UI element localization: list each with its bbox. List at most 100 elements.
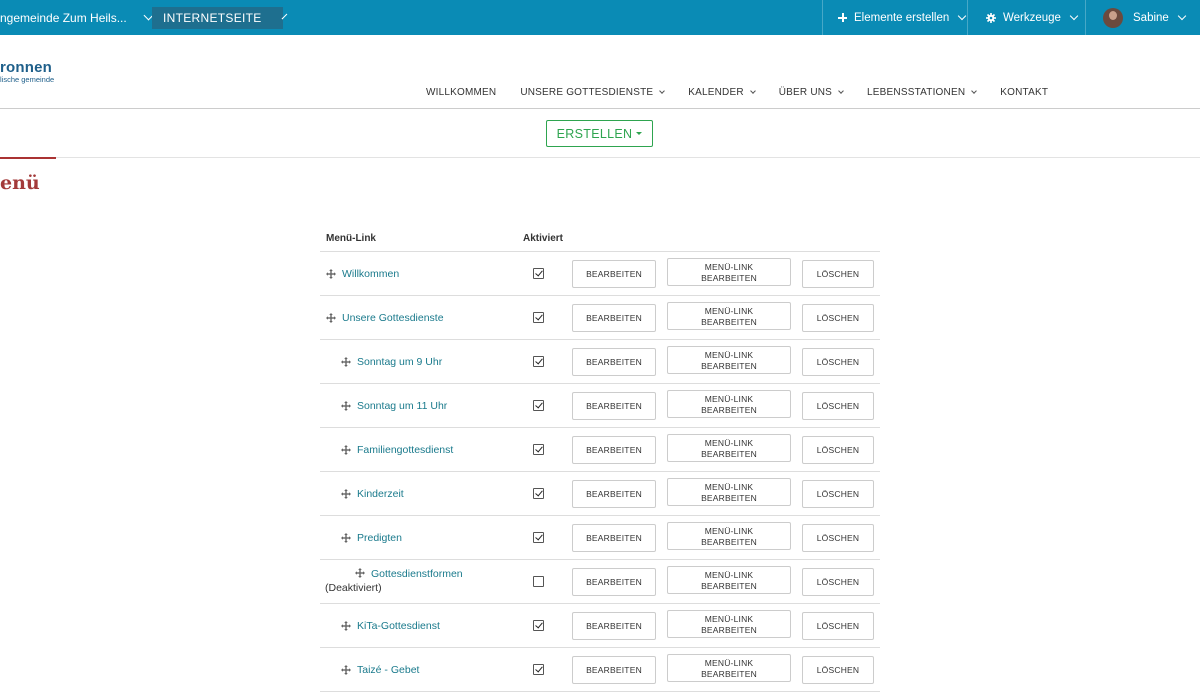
- menu-link[interactable]: KiTa-Gottesdienst: [357, 620, 440, 632]
- mode-switcher[interactable]: INTERNETSEITE: [152, 7, 287, 29]
- gear-icon: [986, 12, 996, 23]
- edit-button-label: BEARBEITEN: [586, 444, 642, 455]
- active-checkbox[interactable]: [533, 576, 544, 587]
- site-switcher[interactable]: ngemeinde Zum Heils...: [0, 0, 154, 35]
- drag-handle-icon[interactable]: [326, 269, 336, 279]
- create-elements-menu[interactable]: Elemente erstellen: [838, 0, 967, 35]
- edit-button[interactable]: BEARBEITEN: [572, 656, 656, 684]
- edit-menu-link-label-1: MENÜ-LINK: [704, 614, 754, 624]
- active-checkbox[interactable]: [533, 400, 544, 411]
- menu-link-cell: Familiengottesdienst: [341, 428, 453, 472]
- delete-button-label: LÖSCHEN: [816, 312, 860, 323]
- active-checkbox[interactable]: [533, 444, 544, 455]
- active-checkbox[interactable]: [533, 620, 544, 631]
- plus-icon: [838, 13, 847, 22]
- tools-menu[interactable]: Werkzeuge: [986, 0, 1079, 35]
- edit-button[interactable]: BEARBEITEN: [572, 260, 656, 288]
- edit-button-label: BEARBEITEN: [586, 400, 642, 411]
- edit-menu-link-label-1: MENÜ-LINK: [704, 394, 754, 404]
- site-logo[interactable]: ronnen lische gemeinde: [0, 60, 54, 84]
- delete-button[interactable]: LÖSCHEN: [802, 260, 874, 288]
- edit-menu-link-button[interactable]: MENÜ-LINK BEARBEITEN: [667, 302, 791, 330]
- delete-button[interactable]: LÖSCHEN: [802, 348, 874, 376]
- nav-item-gottesdienste[interactable]: UNSERE GOTTESDIENSTE: [520, 87, 666, 98]
- delete-button-label: LÖSCHEN: [816, 356, 860, 367]
- active-checkbox[interactable]: [533, 356, 544, 367]
- edit-menu-link-button[interactable]: MENÜ-LINK BEARBEITEN: [667, 654, 791, 682]
- delete-button[interactable]: LÖSCHEN: [802, 436, 874, 464]
- drag-handle-icon[interactable]: [355, 568, 365, 578]
- active-checkbox[interactable]: [533, 312, 544, 323]
- nav-item-lebensstationen[interactable]: LEBENSSTATIONEN: [867, 87, 978, 98]
- edit-menu-link-button[interactable]: MENÜ-LINK BEARBEITEN: [667, 258, 791, 286]
- edit-button[interactable]: BEARBEITEN: [572, 436, 656, 464]
- delete-button-label: LÖSCHEN: [816, 400, 860, 411]
- edit-button[interactable]: BEARBEITEN: [572, 612, 656, 640]
- edit-menu-link-button[interactable]: MENÜ-LINK BEARBEITEN: [667, 346, 791, 374]
- nav-item-willkommen[interactable]: WILLKOMMEN: [426, 87, 496, 98]
- menu-link[interactable]: Gottesdienstformen: [371, 568, 463, 580]
- drag-handle-icon[interactable]: [341, 533, 351, 543]
- edit-menu-link-button[interactable]: MENÜ-LINK BEARBEITEN: [667, 478, 791, 506]
- edit-button-label: BEARBEITEN: [586, 488, 642, 499]
- drag-handle-icon[interactable]: [341, 357, 351, 367]
- edit-menu-link-button[interactable]: MENÜ-LINK BEARBEITEN: [667, 522, 791, 550]
- edit-menu-link-button[interactable]: MENÜ-LINK BEARBEITEN: [667, 434, 791, 462]
- delete-button[interactable]: LÖSCHEN: [802, 480, 874, 508]
- edit-button[interactable]: BEARBEITEN: [572, 524, 656, 552]
- table-row: Kinderzeit BEARBEITEN MENÜ-LINK BEARBEITEN L…: [320, 472, 880, 516]
- active-checkbox[interactable]: [533, 488, 544, 499]
- delete-button[interactable]: LÖSCHEN: [802, 568, 874, 596]
- toolbar-divider-line: [0, 157, 1200, 158]
- create-button[interactable]: ERSTELLEN: [546, 120, 653, 147]
- menu-link[interactable]: Kinderzeit: [357, 488, 404, 500]
- nav-item-ueber-uns[interactable]: ÜBER UNS: [779, 87, 844, 98]
- delete-button[interactable]: LÖSCHEN: [802, 304, 874, 332]
- delete-button[interactable]: LÖSCHEN: [802, 656, 874, 684]
- drag-handle-icon[interactable]: [341, 621, 351, 631]
- user-name: Sabine: [1133, 11, 1169, 24]
- delete-button-label: LÖSCHEN: [816, 576, 860, 587]
- edit-button[interactable]: BEARBEITEN: [572, 480, 656, 508]
- edit-menu-link-label-2: BEARBEITEN: [701, 537, 757, 547]
- edit-button[interactable]: BEARBEITEN: [572, 304, 656, 332]
- edit-menu-link-label-2: BEARBEITEN: [701, 273, 757, 283]
- logo-subtext: lische gemeinde: [0, 75, 55, 84]
- edit-button[interactable]: BEARBEITEN: [572, 348, 656, 376]
- menu-link-cell: Taizé - Gebet: [341, 648, 419, 692]
- menu-link[interactable]: Sonntag um 9 Uhr: [357, 356, 442, 368]
- delete-button[interactable]: LÖSCHEN: [802, 612, 874, 640]
- delete-button-label: LÖSCHEN: [816, 268, 860, 279]
- edit-menu-link-button[interactable]: MENÜ-LINK BEARBEITEN: [667, 566, 791, 594]
- edit-button[interactable]: BEARBEITEN: [572, 392, 656, 420]
- drag-handle-icon[interactable]: [341, 445, 351, 455]
- user-menu[interactable]: Sabine: [1103, 0, 1187, 35]
- menu-link[interactable]: Sonntag um 11 Uhr: [357, 400, 447, 412]
- menu-link-cell: KiTa-Gottesdienst: [341, 604, 440, 648]
- menu-link[interactable]: Taizé - Gebet: [357, 664, 419, 676]
- edit-menu-link-button[interactable]: MENÜ-LINK BEARBEITEN: [667, 390, 791, 418]
- menu-link[interactable]: Willkommen: [342, 268, 399, 280]
- menu-link[interactable]: Unsere Gottesdienste: [342, 312, 444, 324]
- edit-button[interactable]: BEARBEITEN: [572, 568, 656, 596]
- nav-item-kalender[interactable]: KALENDER: [688, 87, 756, 98]
- create-button-label: ERSTELLEN: [556, 126, 633, 141]
- drag-handle-icon[interactable]: [341, 401, 351, 411]
- drag-handle-icon[interactable]: [326, 313, 336, 323]
- menu-link-cell: Kinderzeit: [341, 472, 404, 516]
- drag-handle-icon[interactable]: [341, 665, 351, 675]
- nav-item-kontakt[interactable]: KONTAKT: [1000, 87, 1048, 98]
- menu-link[interactable]: Familiengottesdienst: [357, 444, 453, 456]
- drag-handle-icon[interactable]: [341, 489, 351, 499]
- delete-button[interactable]: LÖSCHEN: [802, 392, 874, 420]
- page-title: enü: [0, 172, 40, 194]
- edit-button-label: BEARBEITEN: [586, 312, 642, 323]
- active-checkbox[interactable]: [533, 664, 544, 675]
- menu-link-cell: Predigten: [341, 516, 402, 560]
- menu-link-cell: Gottesdienstformen (Deaktiviert): [325, 568, 463, 594]
- active-checkbox[interactable]: [533, 532, 544, 543]
- edit-menu-link-button[interactable]: MENÜ-LINK BEARBEITEN: [667, 610, 791, 638]
- delete-button[interactable]: LÖSCHEN: [802, 524, 874, 552]
- active-checkbox[interactable]: [533, 268, 544, 279]
- menu-link[interactable]: Predigten: [357, 532, 402, 544]
